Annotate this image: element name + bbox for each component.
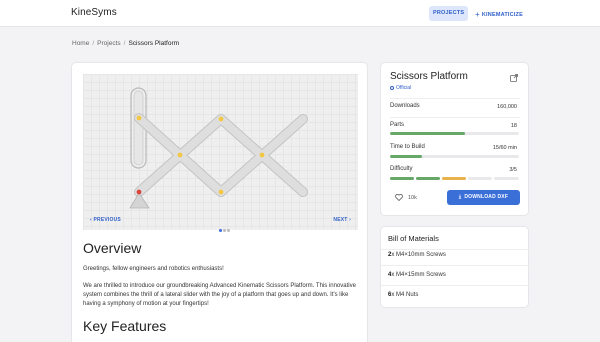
download-dxf-button[interactable]: ⤓ DOWNLOAD DXF	[447, 190, 520, 205]
difficulty-segment	[468, 177, 492, 180]
fixed-joint[interactable]	[136, 189, 142, 195]
next-button[interactable]: NEXT ›	[333, 217, 351, 223]
overview-heading: Overview	[83, 240, 142, 256]
slider-slot	[133, 90, 144, 166]
project-info-card: Scissors Platform Official Downloads 160…	[380, 62, 529, 216]
bom-text: x M4 Nuts	[391, 292, 419, 298]
divider	[390, 98, 520, 99]
download-icon: ⤓	[458, 194, 462, 200]
nav-kinematicize-label: KINEMATICIZE	[481, 12, 523, 18]
project-main-card: ‹ PREVIOUS NEXT › Overview Greetings, fe…	[71, 62, 368, 342]
difficulty-segment	[494, 177, 519, 180]
divider	[381, 249, 530, 250]
slide-indicator	[219, 219, 231, 237]
breadcrumb: Home / Projects / Scissors Platform	[72, 40, 179, 47]
bom-item: 2x M4×10mm Screws	[388, 252, 446, 258]
nav-projects[interactable]: PROJECTS	[429, 6, 469, 21]
description-paragraph: We are thrilled to introduce our groundb…	[83, 283, 356, 307]
ground-base	[129, 192, 150, 209]
downloads-label: Downloads	[390, 103, 420, 109]
slider-joint[interactable]	[136, 115, 142, 121]
slide-dot[interactable]	[227, 229, 230, 232]
official-badge: Official	[390, 85, 411, 91]
heart-icon[interactable]	[395, 194, 403, 201]
breadcrumb-home[interactable]: Home	[72, 40, 89, 47]
bom-text: x M4×10mm Screws	[391, 252, 446, 258]
difficulty-label: Difficulty	[390, 166, 413, 172]
scissors-mechanism-diagram	[129, 87, 308, 209]
pivot-joint[interactable]	[259, 152, 265, 158]
breadcrumb-projects[interactable]: Projects	[97, 40, 120, 47]
difficulty-value: 3/5	[509, 167, 517, 173]
pivot-joint[interactable]	[218, 189, 224, 195]
bill-of-materials-card: Bill of Materials 2x M4×10mm Screws 4x M…	[380, 226, 530, 308]
breadcrumb-separator: /	[92, 40, 95, 47]
slide-dot[interactable]	[223, 229, 226, 232]
previous-button[interactable]: ‹ PREVIOUS	[90, 217, 121, 223]
pivot-joint[interactable]	[177, 152, 183, 158]
slide-dot[interactable]	[219, 229, 222, 232]
breadcrumb-current: Scissors Platform	[128, 40, 180, 47]
bom-item: 4x M4×15mm Screws	[388, 272, 446, 278]
bom-text: x M4×15mm Screws	[391, 272, 446, 278]
pivot-joint[interactable]	[218, 116, 224, 122]
time-label: Time to Build	[390, 144, 425, 150]
open-external-icon[interactable]	[510, 74, 518, 82]
scissor-links-inner	[135, 114, 307, 196]
key-features-heading: Key Features	[83, 318, 167, 334]
download-label: DOWNLOAD DXF	[464, 194, 509, 200]
plus-icon: +	[475, 9, 480, 19]
scissor-links	[134, 113, 308, 197]
difficulty-segment	[416, 177, 440, 180]
parts-label: Parts	[390, 122, 405, 128]
next-label: NEXT	[333, 217, 348, 223]
divider	[381, 265, 530, 266]
time-bar	[390, 155, 519, 158]
mechanism-viewer[interactable]: ‹ PREVIOUS NEXT ›	[83, 74, 358, 232]
time-bar-fill	[390, 155, 423, 158]
brand-logo[interactable]: KineSyms	[71, 7, 117, 18]
difficulty-segment	[390, 177, 414, 180]
intro-paragraph: Greetings, fellow engineers and robotics…	[83, 266, 224, 272]
bom-title: Bill of Materials	[388, 234, 439, 243]
downloads-value: 160,000	[497, 104, 517, 110]
like-count: 10k	[408, 195, 417, 201]
verified-icon	[390, 85, 394, 90]
previous-label: PREVIOUS	[93, 217, 121, 223]
breadcrumb-separator: /	[123, 40, 126, 47]
official-label: Official	[396, 85, 412, 91]
difficulty-segment	[442, 177, 466, 180]
parts-value: 18	[510, 123, 517, 129]
divider	[390, 117, 520, 118]
bom-item: 6x M4 Nuts	[388, 292, 418, 298]
parts-bar-fill	[390, 132, 465, 135]
parts-bar	[390, 132, 519, 135]
top-bar: KineSyms PROJECTS + KINEMATICIZE	[0, 0, 600, 27]
nav-kinematicize[interactable]: + KINEMATICIZE	[475, 6, 523, 21]
project-title: Scissors Platform	[390, 71, 468, 82]
time-value: 15/60 min	[492, 145, 517, 151]
divider	[381, 285, 530, 286]
